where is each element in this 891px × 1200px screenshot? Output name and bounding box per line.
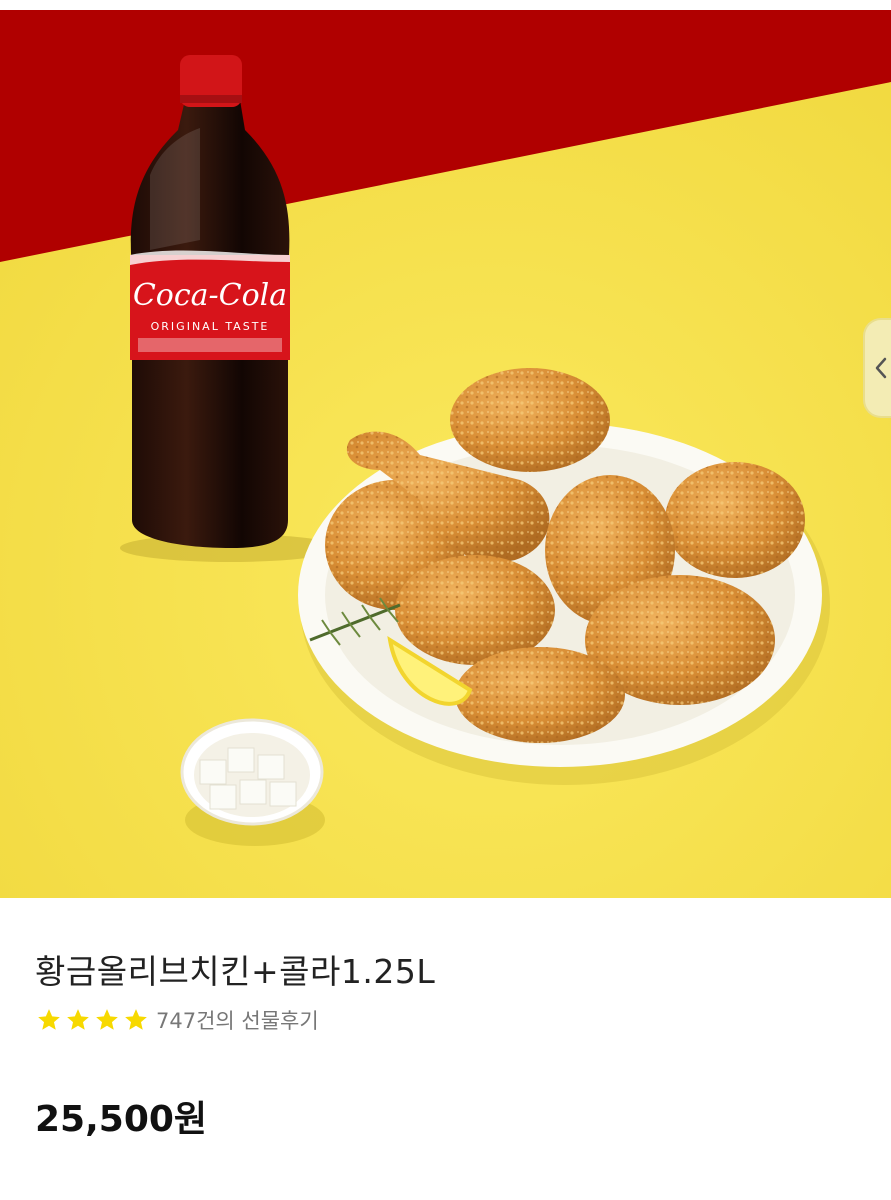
product-photo: Coca-Cola ORIGINAL TASTE (0, 0, 891, 898)
previous-image-button[interactable] (863, 318, 891, 418)
star-icon (67, 1009, 89, 1030)
product-image: Coca-Cola ORIGINAL TASTE (0, 0, 891, 898)
radish-bowl (180, 718, 325, 846)
product-price: 25,500원 (35, 1099, 208, 1140)
chevron-left-icon (875, 357, 887, 379)
rating-row[interactable]: 747건의 선물후기 (35, 1005, 319, 1035)
star-icon (38, 1009, 60, 1030)
rating-stars (35, 1007, 150, 1033)
product-title: 황금올리브치킨+콜라1.25L (35, 952, 436, 991)
star-icon (96, 1009, 118, 1030)
svg-text:Coca-Cola: Coca-Cola (133, 278, 287, 313)
product-info (0, 898, 891, 1200)
review-count-link[interactable]: 747건의 선물후기 (156, 1005, 319, 1035)
star-icon (125, 1009, 147, 1030)
svg-text:ORIGINAL TASTE: ORIGINAL TASTE (151, 320, 270, 333)
